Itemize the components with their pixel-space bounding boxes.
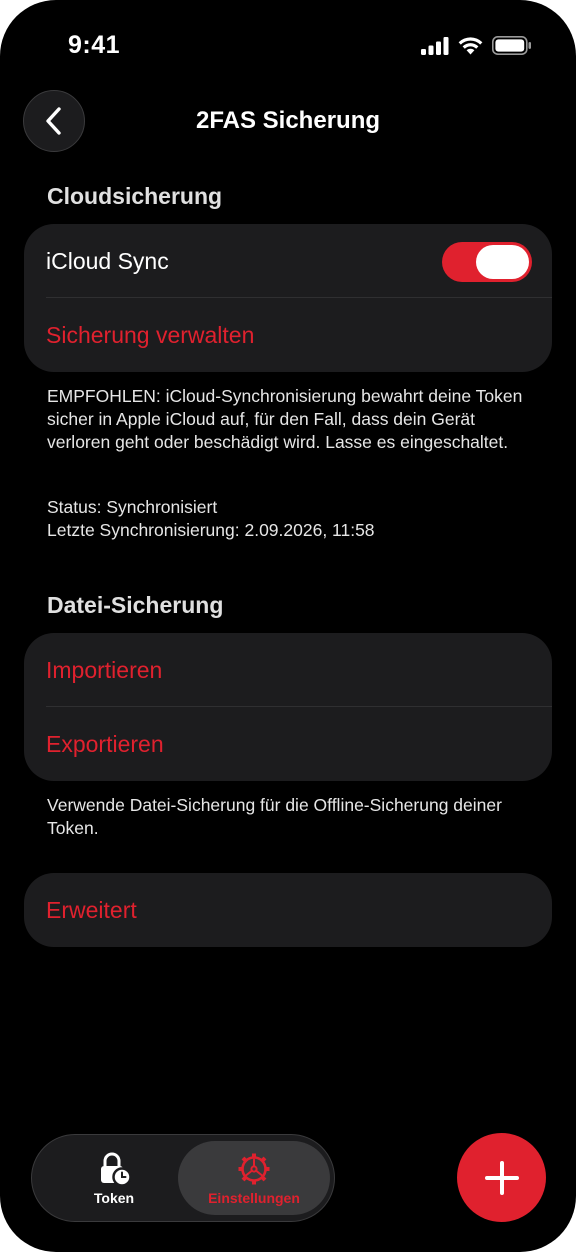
tab-token[interactable]: Token — [40, 1141, 188, 1215]
tab-token-label: Token — [93, 1190, 135, 1206]
manage-backup-label: Sicherung verwalten — [46, 321, 255, 348]
navigation-bar: 2FAS Sicherung — [0, 90, 576, 152]
plus-icon — [484, 1160, 519, 1195]
wifi-icon — [458, 36, 483, 54]
sync-status-text: Status: Synchronisiert — [47, 497, 218, 517]
import-label: Importieren — [46, 656, 163, 683]
icloud-recommendation-text: EMPFOHLEN: iCloud-Synchronisierung bewah… — [47, 386, 523, 452]
cloud-backup-card: iCloud Sync Sicherung verwalten — [24, 224, 552, 372]
status-icons — [421, 36, 532, 55]
file-backup-footer-text: Verwende Datei-Sicherung für die Offline… — [47, 795, 502, 838]
phone-screen: 9:41 2FAS Sicherung Cloudsicherung iClou… — [0, 0, 576, 1252]
advanced-card: Erweitert — [24, 873, 552, 947]
cloud-section-header: Cloudsicherung — [47, 183, 223, 209]
advanced-label: Erweitert — [46, 896, 137, 923]
tab-bar: Token Einstellungen — [31, 1134, 335, 1222]
file-backup-card: Importieren Exportieren — [24, 633, 552, 781]
battery-icon — [492, 36, 531, 55]
lock-clock-icon — [101, 1152, 132, 1187]
icloud-sync-label: iCloud Sync — [46, 247, 169, 274]
page-title: 2FAS Sicherung — [195, 107, 381, 134]
export-label: Exportieren — [46, 730, 164, 757]
export-row[interactable]: Exportieren — [24, 707, 552, 781]
file-section-header: Datei-Sicherung — [47, 592, 224, 618]
tab-settings[interactable]: Einstellungen — [178, 1141, 330, 1215]
status-time: 9:41 — [68, 31, 121, 59]
advanced-row[interactable]: Erweitert — [24, 873, 552, 947]
cellular-signal-icon — [421, 36, 449, 55]
toggle-knob — [476, 245, 529, 279]
manage-backup-row[interactable]: Sicherung verwalten — [24, 298, 552, 372]
tab-settings-label: Einstellungen — [208, 1190, 300, 1206]
tab-token-icon-wrap — [40, 1151, 188, 1187]
status-bar: 9:41 — [0, 0, 576, 92]
icloud-sync-row: iCloud Sync — [24, 224, 552, 298]
tab-settings-icon-wrap — [178, 1151, 330, 1187]
add-token-button[interactable] — [457, 1133, 546, 1222]
gear-icon — [238, 1153, 270, 1185]
import-row[interactable]: Importieren — [24, 633, 552, 707]
icloud-sync-toggle[interactable] — [442, 242, 532, 282]
last-sync-text: Letzte Synchronisierung: 2.09.2026, 11:5… — [47, 520, 375, 540]
